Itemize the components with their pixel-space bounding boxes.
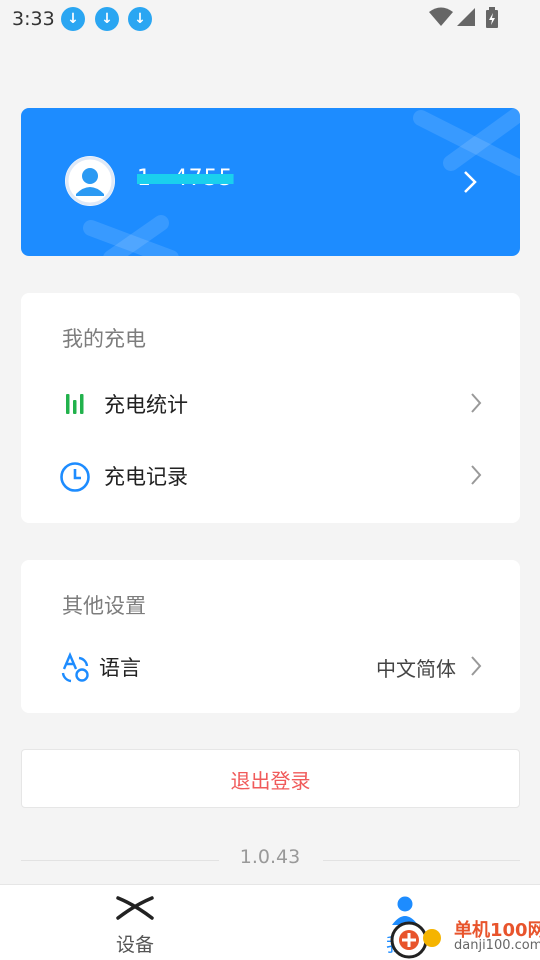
avatar[interactable] [65, 156, 115, 206]
status-time: 3:33 [12, 8, 55, 30]
chevron-right-icon [471, 465, 482, 485]
chevron-right-icon [471, 656, 482, 676]
nav-label: 设备 [115, 934, 154, 956]
app-version: 1.0.43 [239, 846, 301, 868]
section-title: 其他设置 [62, 594, 146, 618]
row-label: 语言 [99, 656, 141, 680]
watermark-subtitle: danji100.com [454, 938, 540, 953]
language-icon [61, 652, 89, 683]
user-avatar-icon [65, 156, 115, 206]
status-bar: 3:33 ↓ ↓ ↓ [0, 0, 540, 36]
account-name: 1 4755 [137, 166, 234, 191]
row-label: 充电记录 [104, 465, 188, 489]
chevron-right-icon [471, 393, 482, 413]
logout-label: 退出登录 [230, 769, 311, 793]
device-x-icon [116, 896, 154, 920]
clock-icon [60, 462, 90, 492]
watermark: 单机100网 danji100.com [388, 914, 540, 960]
section-title: 我的充电 [62, 327, 146, 351]
language-value: 中文简体 [376, 657, 456, 681]
profile-card[interactable]: 1 4755 [21, 108, 520, 256]
charging-statistics-row[interactable]: 充电统计 [21, 375, 520, 431]
download-notification-icon: ↓ [128, 7, 152, 31]
chevron-right-icon[interactable] [463, 170, 477, 194]
download-notification-icon: ↓ [61, 7, 85, 31]
row-label: 充电统计 [104, 393, 188, 417]
other-settings-section: 其他设置 语言 中文简体 [21, 560, 520, 713]
language-row[interactable]: 语言 中文简体 [21, 638, 520, 694]
logout-button[interactable]: 退出登录 [21, 749, 520, 808]
charging-records-row[interactable]: 充电记录 [21, 447, 520, 503]
download-notification-icon: ↓ [95, 7, 119, 31]
nav-tab-device[interactable]: 设备 [70, 885, 200, 960]
battery-icon [486, 7, 498, 28]
bar-chart-icon [66, 394, 84, 414]
cell-signal-icon [457, 8, 475, 26]
watermark-logo-icon [390, 921, 441, 959]
my-charging-section: 我的充电 充电统计 充电记录 [21, 293, 520, 523]
wifi-icon [429, 7, 453, 26]
